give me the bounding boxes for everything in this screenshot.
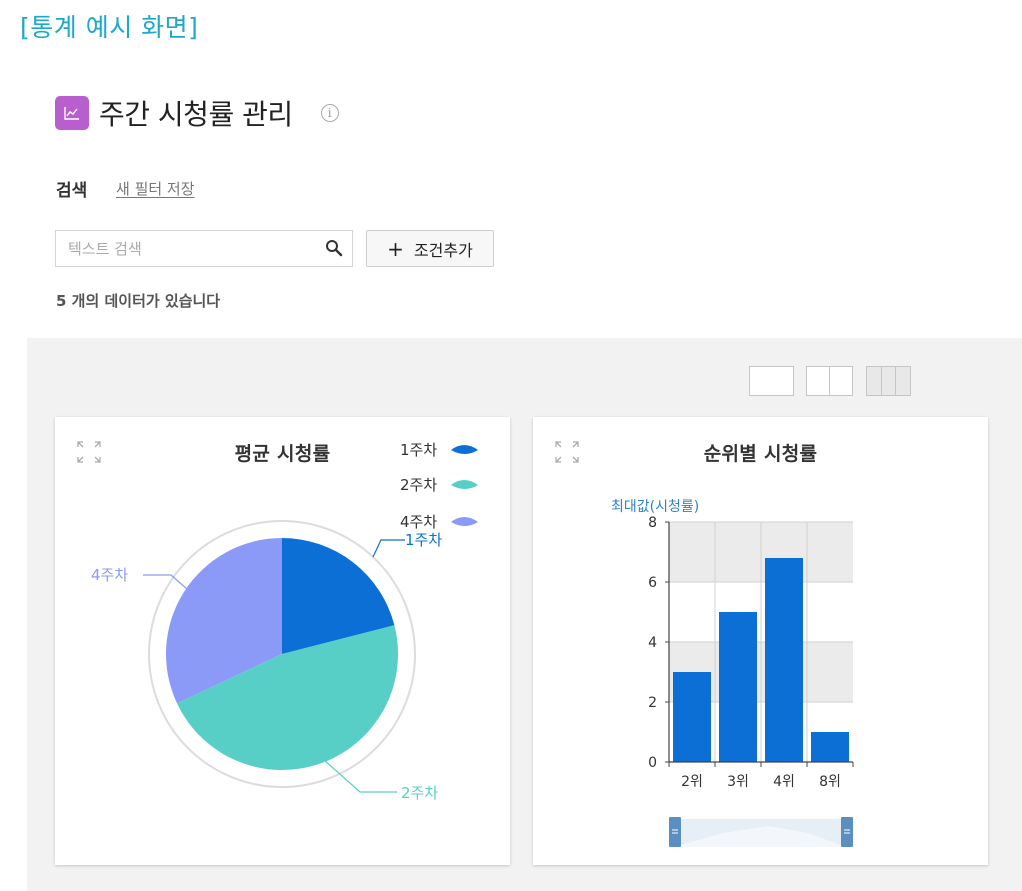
line-chart-icon <box>55 96 89 130</box>
x-tick-label: 3위 <box>727 774 749 790</box>
range-slider-left-handle[interactable] <box>669 817 681 847</box>
bar-2위[interactable] <box>673 672 711 762</box>
bar-8위[interactable] <box>811 732 849 762</box>
bar-3위[interactable] <box>719 612 757 762</box>
slice-label-week4: 4주차 <box>91 566 128 584</box>
bar-chart: 최대값(시청률) 0 2 4 6 8 2위 3위 4위 8위 <box>611 499 854 847</box>
x-tick-label: 4위 <box>773 774 795 790</box>
y-tick-label: 2 <box>648 695 657 711</box>
page-title: 주간 시청률 관리 <box>99 98 293 131</box>
bar-4위[interactable] <box>765 558 803 762</box>
search-box <box>55 230 353 267</box>
legend-marker-week2 <box>451 480 478 489</box>
y-tick-label: 8 <box>648 515 657 531</box>
x-tick-label: 2위 <box>681 774 703 790</box>
page-header: 주간 시청률 관리 i <box>55 93 339 133</box>
slice-connector-week1 <box>372 539 405 558</box>
legend-label-week1: 1주차 <box>400 441 437 459</box>
legend-label-week4: 4주차 <box>400 513 437 531</box>
range-slider[interactable] <box>669 817 853 847</box>
legend-marker-week1 <box>451 445 478 454</box>
y-axis-label: 최대값(시청률) <box>611 499 699 515</box>
pie-chart: 1주차 2주차 4주차 1주차 2주차 4주차 <box>91 441 478 802</box>
caption-title: [통계 예시 화면] <box>20 13 199 42</box>
layout-three-column-button[interactable] <box>866 366 911 396</box>
rank-rating-card: 순위별 시청률 최대값(시청률) 0 2 4 6 8 2위 3위 4위 8위 <box>533 417 988 865</box>
y-tick-label: 0 <box>648 755 657 771</box>
layout-two-column-button[interactable] <box>806 366 853 396</box>
plus-icon: + <box>387 236 404 261</box>
legend-label-week2: 2주차 <box>400 476 437 494</box>
slice-label-week2: 2주차 <box>401 784 438 802</box>
slice-label-week1: 1주차 <box>405 531 442 549</box>
add-condition-button[interactable]: + 조건추가 <box>366 230 494 267</box>
legend-marker-week4 <box>451 517 478 526</box>
y-tick-label: 6 <box>648 575 657 591</box>
y-tick-label: 4 <box>648 635 657 651</box>
search-input[interactable] <box>56 231 316 266</box>
search-icon[interactable] <box>325 239 343 257</box>
search-label: 검색 <box>56 181 88 201</box>
info-icon[interactable]: i <box>320 104 339 122</box>
data-count-text: 5 개의 데이터가 있습니다 <box>56 292 221 310</box>
layout-one-column-button[interactable] <box>749 366 794 396</box>
save-filter-link[interactable]: 새 필터 저장 <box>116 178 195 199</box>
range-slider-right-handle[interactable] <box>841 817 853 847</box>
add-condition-label: 조건추가 <box>413 240 473 260</box>
pie-legend: 1주차 2주차 4주차 <box>400 441 478 531</box>
x-tick-label: 8위 <box>819 774 841 790</box>
average-rating-card: 평균 시청률 1주차 2주차 4주차 1주차 2주차 4주차 <box>55 417 510 865</box>
